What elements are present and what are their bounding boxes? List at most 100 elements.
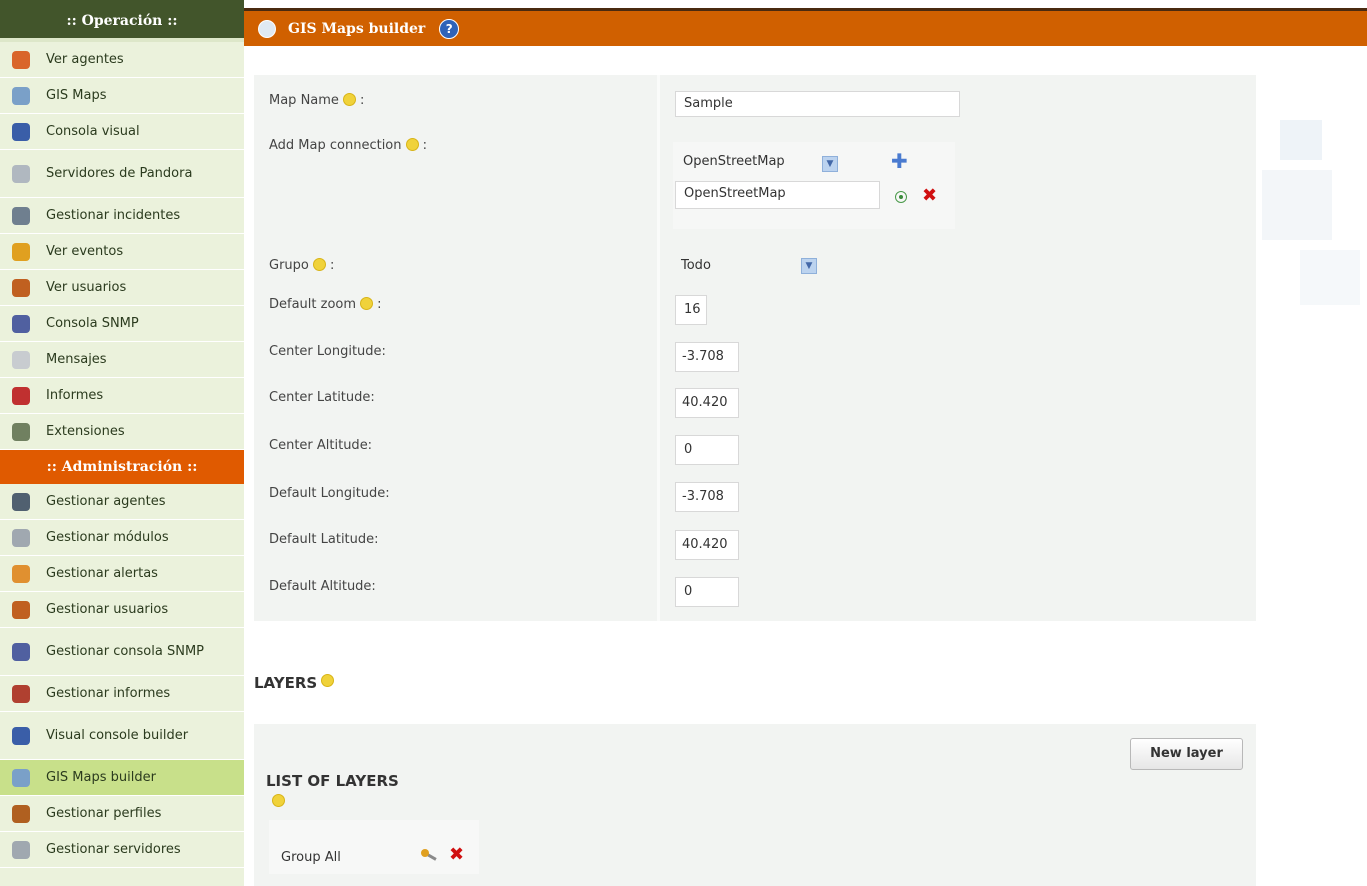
sidebar-item-visual-console-builder[interactable]: Visual console builder (0, 712, 244, 760)
default-latitude-label: Default Latitude: (269, 532, 379, 547)
default-latitude-input[interactable]: 40.420 (675, 530, 739, 560)
sidebar-item-label: Consola SNMP (46, 315, 139, 331)
profiles-icon (12, 804, 30, 823)
sidebar-item-gestionar-alertas[interactable]: Gestionar alertas (0, 556, 244, 592)
sidebar-item-label: Gestionar servidores (46, 841, 181, 857)
center-longitude-label: Center Longitude: (269, 344, 386, 359)
sidebar-item-consola-visual[interactable]: Consola visual (0, 114, 244, 150)
default-altitude-label: Default Altitude: (269, 579, 376, 594)
administration-section-header: :: Administración :: (0, 450, 244, 484)
sidebar-item-gis-maps[interactable]: GIS Maps (0, 78, 244, 114)
mail-icon (12, 350, 30, 369)
edit-layer-icon[interactable] (419, 848, 439, 864)
layers-heading: LAYERS (254, 674, 335, 692)
sidebar-item-gestionar-agentes[interactable]: Gestionar agentes (0, 484, 244, 520)
sidebar-item-extensiones[interactable]: Extensiones (0, 414, 244, 450)
layer-name: Group All (281, 850, 341, 865)
center-longitude-input[interactable]: -3.708 (675, 342, 739, 372)
default-longitude-label: Default Longitude: (269, 486, 390, 501)
extensions-icon (12, 422, 30, 441)
sidebar-item-label: Servidores de Pandora (46, 165, 193, 181)
servers-icon (12, 840, 30, 859)
sidebar-item-gestionar-m-dulos[interactable]: Gestionar módulos (0, 520, 244, 556)
chevron-down-icon[interactable]: ▼ (801, 258, 817, 274)
help-star-icon[interactable] (405, 138, 419, 151)
help-star-icon[interactable] (272, 794, 285, 807)
delete-connection-icon[interactable]: ✖ (922, 185, 937, 206)
default-zoom-input[interactable]: 16 (675, 295, 707, 325)
column-divider (657, 75, 660, 621)
globe-icon (12, 768, 30, 787)
list-of-layers-heading: LIST OF LAYERS (266, 772, 399, 808)
snmp-icon (12, 314, 30, 333)
page-header-bar: GIS Maps builder ? (244, 8, 1367, 46)
sidebar-item-ver-eventos[interactable]: Ver eventos (0, 234, 244, 270)
center-latitude-input[interactable]: 40.420 (675, 388, 739, 418)
sidebar-item-ver-agentes[interactable]: Ver agentes (0, 42, 244, 78)
sidebar-item-label: Consola visual (46, 123, 140, 139)
background-decoration (1280, 120, 1322, 160)
group-label: Grupo : (269, 258, 335, 273)
sidebar-item-label: Ver eventos (46, 243, 124, 259)
operation-section-header: :: Operación :: (0, 0, 244, 42)
help-star-icon[interactable] (360, 297, 374, 310)
sidebar-item-mensajes[interactable]: Mensajes (0, 342, 244, 378)
layers-panel: New layer LIST OF LAYERS Group All ✖ (254, 724, 1256, 886)
help-star-icon[interactable] (312, 258, 326, 271)
center-latitude-label: Center Latitude: (269, 390, 375, 405)
background-decoration (1300, 250, 1360, 305)
sidebar-item-gestionar-informes[interactable]: Gestionar informes (0, 676, 244, 712)
connection-name-input[interactable]: OpenStreetMap (675, 181, 880, 209)
default-longitude-input[interactable]: -3.708 (675, 482, 739, 512)
users-icon (12, 278, 30, 297)
agents-icon (12, 50, 30, 69)
default-zoom-label: Default zoom : (269, 297, 382, 312)
add-connection-icon[interactable]: ✚ (891, 149, 908, 173)
help-star-icon[interactable] (321, 674, 335, 687)
default-altitude-input[interactable]: 0 (675, 577, 739, 607)
events-icon (12, 242, 30, 261)
sidebar-item-informes[interactable]: Informes (0, 378, 244, 414)
default-connection-radio-icon[interactable] (895, 191, 907, 203)
layer-row: Group All ✖ (269, 820, 479, 874)
sidebar-item-label: Gestionar informes (46, 685, 171, 701)
help-icon[interactable]: ? (439, 18, 460, 39)
sidebar-item-label: Visual console builder (46, 727, 189, 743)
sidebar-item-label: Ver agentes (46, 51, 124, 67)
sidebar-item-label: Gestionar alertas (46, 565, 158, 581)
map-name-input[interactable]: Sample (675, 91, 960, 117)
sidebar-item-gis-maps-builder[interactable]: GIS Maps builder (0, 760, 244, 796)
center-altitude-input[interactable]: 0 (675, 435, 739, 465)
sidebar-item-gestionar-incidentes[interactable]: Gestionar incidentes (0, 198, 244, 234)
sidebar-item-ver-usuarios[interactable]: Ver usuarios (0, 270, 244, 306)
sidebar-item-label: GIS Maps (46, 87, 107, 103)
sidebar-item-gestionar-servidores[interactable]: Gestionar servidores (0, 832, 244, 868)
sidebar-item-label: Extensiones (46, 423, 125, 439)
manage-users-icon (12, 600, 30, 619)
globe-icon (258, 19, 276, 38)
delete-layer-icon[interactable]: ✖ (449, 844, 464, 865)
sidebar-item-gestionar-perfiles[interactable]: Gestionar perfiles (0, 796, 244, 832)
background-decoration (1262, 170, 1332, 240)
chevron-down-icon[interactable]: ▼ (822, 156, 838, 172)
sidebar-item-label: Gestionar incidentes (46, 207, 181, 223)
sidebar-item-label: Informes (46, 387, 104, 403)
console-builder-icon (12, 726, 30, 745)
manage-agents-icon (12, 492, 30, 511)
server-icon (12, 164, 30, 183)
help-star-icon[interactable] (342, 93, 356, 106)
modules-icon (12, 528, 30, 547)
sidebar-item-label: Mensajes (46, 351, 107, 367)
incident-icon (12, 206, 30, 225)
sidebar-item-gestionar-consola-snmp[interactable]: Gestionar consola SNMP (0, 628, 244, 676)
new-layer-button[interactable]: New layer (1130, 738, 1243, 770)
reports-icon (12, 386, 30, 405)
sidebar: :: Operación :: Ver agentesGIS MapsConso… (0, 0, 244, 886)
group-select[interactable]: Todo (675, 254, 820, 280)
sidebar-item-consola-snmp[interactable]: Consola SNMP (0, 306, 244, 342)
sidebar-item-servidores-de-pandora[interactable]: Servidores de Pandora (0, 150, 244, 198)
sidebar-item-gestionar-usuarios[interactable]: Gestionar usuarios (0, 592, 244, 628)
sidebar-item-label: Ver usuarios (46, 279, 127, 295)
map-form-panel: Map Name : Sample Add Map connection : O… (254, 75, 1256, 621)
connection-select[interactable]: OpenStreetMap (677, 150, 827, 176)
